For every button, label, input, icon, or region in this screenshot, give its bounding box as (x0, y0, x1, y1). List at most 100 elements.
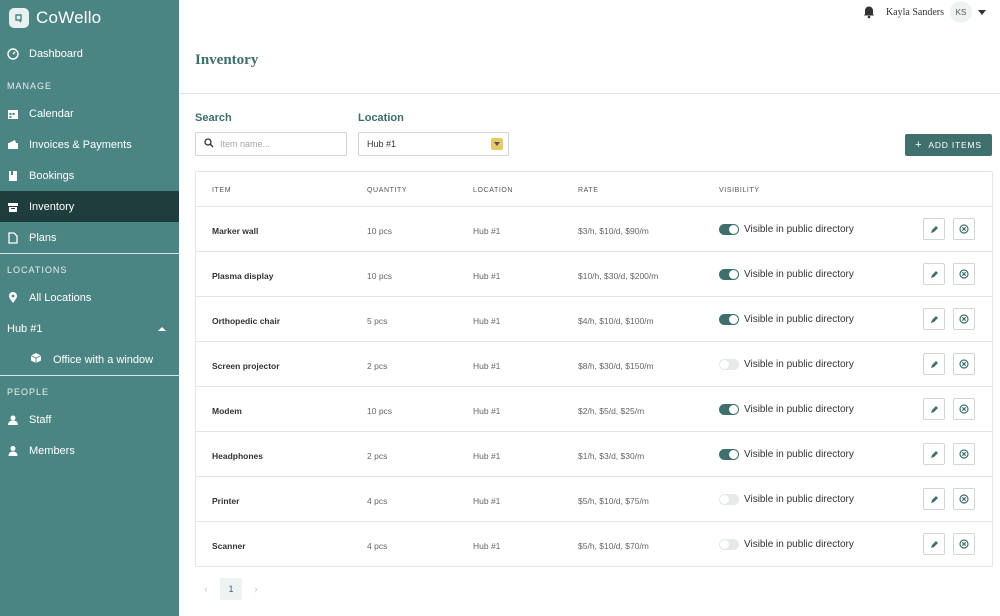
edit-button[interactable] (923, 218, 945, 240)
table-row: Screen projector 2 pcs Hub #1 $8/h, $30/… (196, 342, 992, 387)
visibility-toggle[interactable] (719, 539, 739, 550)
sidebar-item-label: Bookings (29, 169, 75, 182)
item-rate: $10/h, $30/d, $200/m (578, 271, 659, 281)
delete-button[interactable] (953, 263, 975, 285)
visibility-toggle[interactable] (719, 359, 739, 370)
search-label: Search (195, 112, 232, 124)
sidebar-divider (0, 375, 179, 376)
delete-button[interactable] (953, 533, 975, 555)
toggle-knob (720, 360, 729, 369)
prev-page-button[interactable]: ‹ (195, 584, 217, 594)
visibility-toggle[interactable] (719, 449, 739, 460)
visibility-label: Visible in public directory (744, 269, 854, 280)
location-pin-icon (7, 291, 19, 304)
visibility-toggle[interactable] (719, 224, 739, 235)
dashboard-icon (7, 47, 19, 60)
sidebar-item-office[interactable]: Office with a window (0, 344, 179, 375)
sidebar-item-bookings[interactable]: Bookings (0, 160, 179, 191)
sidebar-item-label: Office with a window (53, 353, 154, 366)
location-select[interactable]: Hub #1 (358, 132, 509, 156)
location-select-value: Hub #1 (367, 139, 397, 149)
search-box[interactable] (195, 132, 347, 156)
col-quantity: QUANTITY (367, 187, 408, 194)
item-quantity: 10 pcs (367, 406, 393, 416)
pencil-icon (930, 405, 938, 413)
toggle-knob (720, 495, 729, 504)
edit-button[interactable] (923, 263, 945, 285)
add-items-button[interactable]: + ADD ITEMS (905, 134, 992, 156)
bell-icon[interactable] (862, 5, 876, 19)
sidebar-item-hub[interactable]: Hub #1 (0, 313, 179, 344)
sidebar-item-label: Inventory (29, 200, 75, 213)
delete-button[interactable] (953, 488, 975, 510)
add-items-label: ADD ITEMS (928, 140, 982, 150)
sidebar-item-label: Invoices & Payments (29, 138, 132, 151)
item-location: Hub #1 (473, 271, 501, 281)
dropdown-button[interactable] (491, 138, 503, 150)
item-name: Printer (212, 496, 240, 506)
avatar[interactable]: KS (950, 1, 972, 23)
item-location: Hub #1 (473, 541, 501, 551)
sidebar-item-calendar[interactable]: Calendar (0, 98, 179, 129)
next-page-button[interactable]: › (245, 584, 267, 594)
visibility-toggle[interactable] (719, 269, 739, 280)
visibility-toggle[interactable] (719, 314, 739, 325)
sidebar-item-plans[interactable]: Plans (0, 222, 179, 253)
user-name[interactable]: Kayla Sanders (886, 7, 944, 18)
toggle-knob (729, 450, 738, 459)
table-row: Marker wall 10 pcs Hub #1 $3/h, $10/d, $… (196, 207, 992, 252)
item-quantity: 4 pcs (367, 541, 388, 551)
sidebar-item-invoices[interactable]: Invoices & Payments (0, 129, 179, 160)
toggle-knob (720, 540, 729, 549)
edit-button[interactable] (923, 308, 945, 330)
chevron-down-icon (494, 142, 500, 146)
visibility-label: Visible in public directory (744, 539, 854, 550)
item-location: Hub #1 (473, 451, 501, 461)
col-visibility: VISIBILITY (719, 187, 760, 194)
sidebar: CoWello Dashboard MANAGE Calendar Invoic… (0, 0, 179, 616)
edit-button[interactable] (923, 488, 945, 510)
item-name: Plasma display (212, 271, 274, 281)
staff-icon (7, 414, 19, 426)
cowello-logo-icon (9, 8, 29, 28)
search-icon (204, 135, 214, 153)
delete-button[interactable] (953, 398, 975, 420)
page-title: Inventory (195, 52, 259, 68)
col-item: ITEM (212, 187, 232, 194)
sidebar-item-label: Plans (29, 231, 57, 244)
members-icon (7, 445, 19, 457)
item-quantity: 2 pcs (367, 361, 388, 371)
edit-button[interactable] (923, 533, 945, 555)
item-name: Modem (212, 406, 242, 416)
chevron-down-icon[interactable] (978, 9, 986, 15)
pencil-icon (930, 225, 938, 233)
brand[interactable]: CoWello (0, 0, 179, 36)
item-name: Screen projector (212, 361, 280, 371)
sidebar-item-all-locations[interactable]: All Locations (0, 282, 179, 313)
remove-circle-icon (959, 269, 969, 279)
delete-button[interactable] (953, 218, 975, 240)
item-location: Hub #1 (473, 406, 501, 416)
edit-button[interactable] (923, 398, 945, 420)
sidebar-item-members[interactable]: Members (0, 435, 179, 466)
sidebar-item-label: Dashboard (29, 47, 83, 60)
page-button-current[interactable]: 1 (220, 578, 242, 600)
edit-button[interactable] (923, 443, 945, 465)
search-input[interactable] (220, 139, 340, 149)
cube-icon (30, 352, 42, 367)
visibility-toggle[interactable] (719, 494, 739, 505)
sidebar-item-dashboard[interactable]: Dashboard (0, 38, 179, 69)
sidebar-item-label: Members (29, 444, 75, 457)
item-rate: $8/h, $30/d, $150/m (578, 361, 654, 371)
delete-button[interactable] (953, 308, 975, 330)
item-location: Hub #1 (473, 226, 501, 236)
sidebar-item-inventory[interactable]: Inventory (0, 191, 179, 222)
visibility-toggle[interactable] (719, 404, 739, 415)
table-row: Scanner 4 pcs Hub #1 $5/h, $10/d, $70/m … (196, 522, 992, 567)
inventory-icon (7, 201, 19, 213)
sidebar-item-staff[interactable]: Staff (0, 404, 179, 435)
delete-button[interactable] (953, 443, 975, 465)
table-row: Printer 4 pcs Hub #1 $5/h, $10/d, $75/m … (196, 477, 992, 522)
edit-button[interactable] (923, 353, 945, 375)
delete-button[interactable] (953, 353, 975, 375)
